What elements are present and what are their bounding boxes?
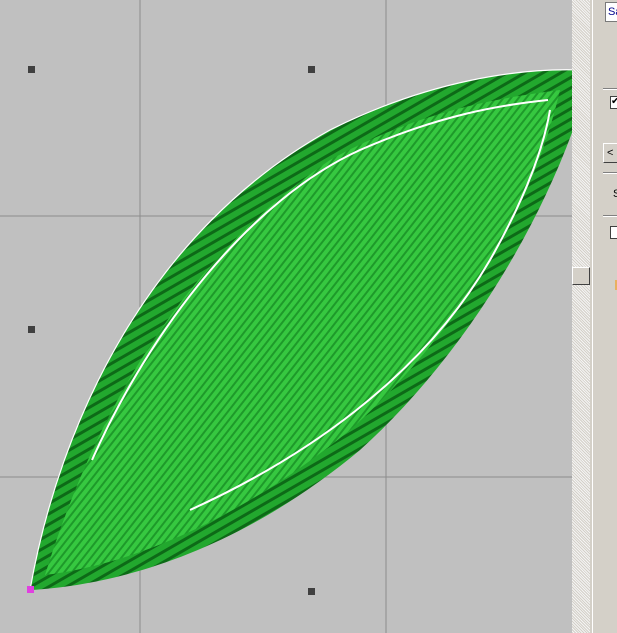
- name-input[interactable]: Sa: [605, 2, 617, 22]
- divider: [603, 172, 617, 174]
- back-button[interactable]: <: [603, 143, 617, 163]
- divider: [603, 215, 617, 217]
- option-checkbox-checked[interactable]: ✔: [610, 96, 617, 109]
- canvas-drawing: [0, 0, 572, 633]
- option-checkbox-unchecked[interactable]: [610, 226, 617, 239]
- divider: [603, 88, 617, 90]
- start-point-marker: [27, 586, 34, 593]
- section-label: S: [613, 188, 617, 200]
- vertical-scrollbar[interactable]: [572, 0, 590, 633]
- scrollbar-thumb[interactable]: [572, 267, 590, 285]
- properties-panel: Sa ✔ < S: [592, 0, 617, 633]
- design-canvas[interactable]: [0, 0, 572, 633]
